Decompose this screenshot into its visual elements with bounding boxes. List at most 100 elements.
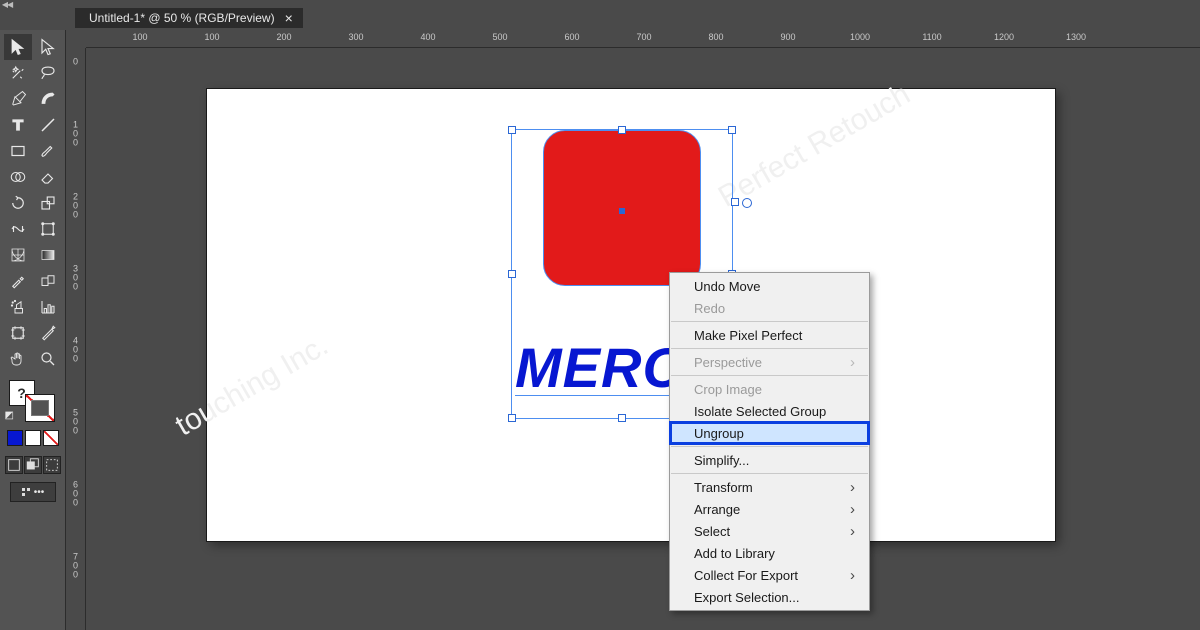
ruler-v-tick: 400: [66, 337, 85, 364]
gradient-mesh-tool[interactable]: [4, 242, 32, 268]
curvature-tool[interactable]: [34, 86, 62, 112]
context-menu: Undo Move Redo Make Pixel Perfect Perspecti…: [669, 272, 870, 611]
handle-top-middle[interactable]: [618, 126, 626, 134]
ruler-v-tick: 700: [66, 553, 85, 580]
default-fill-stroke-icon[interactable]: ◩: [5, 410, 14, 421]
edit-toolbar-dots: •••: [34, 487, 45, 498]
fill-stroke-indicator[interactable]: ? ◩: [5, 378, 61, 428]
ruler-h-tick: 1300: [1066, 32, 1086, 42]
ruler-h-tick: 800: [708, 32, 723, 42]
graph-tool[interactable]: [34, 294, 62, 320]
ruler-horizontal[interactable]: 1001002003004005006007008009001000110012…: [86, 30, 1200, 48]
ruler-h-tick: 100: [204, 32, 219, 42]
canvas-area[interactable]: Perfect Retouch touching Inc. MERC: [86, 48, 1200, 630]
panel-collapse-icon[interactable]: ◀◀: [0, 0, 14, 10]
ruler-h-tick: 200: [276, 32, 291, 42]
color-swatch-none[interactable]: [43, 430, 59, 446]
draw-inside-icon[interactable]: [43, 456, 61, 474]
ruler-v-tick: 200: [66, 193, 85, 220]
magic-wand-tool[interactable]: [4, 60, 32, 86]
context-menu-item-transform[interactable]: Transform: [670, 476, 869, 498]
zoom-tool[interactable]: [34, 346, 62, 372]
hand-tool[interactable]: [4, 346, 32, 372]
context-menu-item-label: Add to Library: [694, 546, 775, 561]
artboard-tool[interactable]: [4, 320, 32, 346]
context-menu-item-label: Export Selection...: [694, 590, 800, 605]
slice-tool[interactable]: [34, 320, 62, 346]
handle-bottom-left[interactable]: [508, 414, 516, 422]
stroke-swatch[interactable]: [25, 394, 55, 422]
ruler-vertical[interactable]: 0100200300400500600700: [66, 48, 86, 630]
handle-top-left[interactable]: [508, 126, 516, 134]
context-menu-item-label: Undo Move: [694, 279, 760, 294]
context-menu-item-add-to-library[interactable]: Add to Library: [670, 542, 869, 564]
live-corner-widget-circle[interactable]: [742, 198, 752, 208]
selection-tool[interactable]: [4, 34, 32, 60]
edit-toolbar-button[interactable]: •••: [10, 482, 56, 502]
document-tabs: Untitled-1* @ 50 % (RGB/Preview) ×: [75, 8, 303, 28]
eyedropper-tool[interactable]: [4, 268, 32, 294]
pen-tool[interactable]: [4, 86, 32, 112]
shape-builder-tool[interactable]: [4, 164, 32, 190]
selection-center-point[interactable]: [619, 208, 625, 214]
context-menu-item-arrange[interactable]: Arrange: [670, 498, 869, 520]
context-menu-item-isolate-selected-group[interactable]: Isolate Selected Group: [670, 400, 869, 422]
blend-tool[interactable]: [34, 268, 62, 294]
width-tool[interactable]: [4, 216, 32, 242]
rotate-tool[interactable]: [4, 190, 32, 216]
context-menu-item-make-pixel-perfect[interactable]: Make Pixel Perfect: [670, 324, 869, 346]
handle-top-right[interactable]: [728, 126, 736, 134]
context-menu-separator: [671, 348, 868, 349]
handle-bottom-middle[interactable]: [618, 414, 626, 422]
context-menu-item-label: Collect For Export: [694, 568, 798, 583]
free-transform-tool[interactable]: [34, 216, 62, 242]
ruler-h-tick: 1200: [994, 32, 1014, 42]
rectangle-tool[interactable]: [4, 138, 32, 164]
context-menu-separator: [671, 446, 868, 447]
color-swatch-2[interactable]: [25, 430, 41, 446]
context-menu-item-crop-image: Crop Image: [670, 378, 869, 400]
context-menu-item-undo-move[interactable]: Undo Move: [670, 275, 869, 297]
ruler-h-tick: 400: [420, 32, 435, 42]
draw-mode-row: [5, 456, 61, 474]
document-tab-title: Untitled-1* @ 50 % (RGB/Preview): [89, 11, 275, 25]
type-tool[interactable]: [4, 112, 32, 138]
context-menu-item-label: Transform: [694, 480, 753, 495]
context-menu-item-label: Crop Image: [694, 382, 762, 397]
eraser-tool[interactable]: [34, 164, 62, 190]
ruler-h-tick: 900: [780, 32, 795, 42]
context-menu-item-export-selection[interactable]: Export Selection...: [670, 586, 869, 608]
direct-selection-tool[interactable]: [34, 34, 62, 60]
symbol-sprayer-tool[interactable]: [4, 294, 32, 320]
line-tool[interactable]: [34, 112, 62, 138]
color-swatch-1[interactable]: [7, 430, 23, 446]
document-tab[interactable]: Untitled-1* @ 50 % (RGB/Preview) ×: [75, 8, 303, 28]
ruler-h-tick: 1100: [922, 32, 941, 42]
handle-middle-left[interactable]: [508, 270, 516, 278]
ruler-v-tick: 100: [66, 121, 85, 148]
ruler-h-tick: 300: [348, 32, 363, 42]
paintbrush-tool[interactable]: [34, 138, 62, 164]
draw-normal-icon[interactable]: [5, 456, 23, 474]
context-menu-item-label: Ungroup: [694, 426, 744, 441]
lasso-tool[interactable]: [34, 60, 62, 86]
context-menu-item-label: Isolate Selected Group: [694, 404, 826, 419]
ruler-h-tick: 600: [564, 32, 579, 42]
context-menu-item-ungroup[interactable]: Ungroup: [670, 422, 869, 444]
context-menu-item-label: Redo: [694, 301, 725, 316]
context-menu-item-label: Make Pixel Perfect: [694, 328, 802, 343]
context-menu-separator: [671, 321, 868, 322]
draw-behind-icon[interactable]: [24, 456, 42, 474]
context-menu-item-perspective: Perspective: [670, 351, 869, 373]
context-menu-item-collect-for-export[interactable]: Collect For Export: [670, 564, 869, 586]
gradient-tool[interactable]: [34, 242, 62, 268]
context-menu-item-select[interactable]: Select: [670, 520, 869, 542]
scale-tool[interactable]: [34, 190, 62, 216]
ruler-h-tick: 500: [492, 32, 507, 42]
context-menu-separator: [671, 375, 868, 376]
close-tab-icon[interactable]: ×: [285, 11, 293, 25]
context-menu-item-label: Simplify...: [694, 453, 749, 468]
context-menu-item-label: Arrange: [694, 502, 740, 517]
live-corner-widget-square[interactable]: [731, 198, 739, 206]
context-menu-item-simplify[interactable]: Simplify...: [670, 449, 869, 471]
